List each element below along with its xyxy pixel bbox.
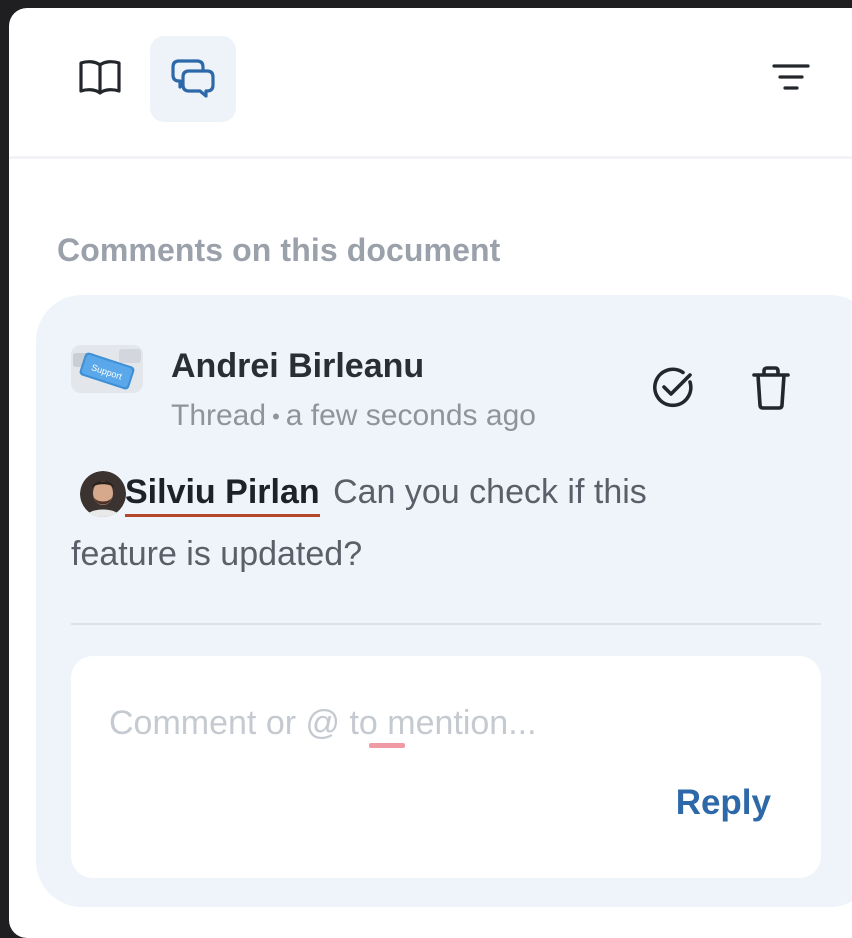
mention-avatar — [80, 471, 126, 517]
comment-meta: Thread • a few seconds ago — [171, 399, 536, 433]
section-title: Comments on this document — [57, 232, 501, 268]
comment-body: Silviu Pirlan Can you check if this feat… — [71, 461, 751, 585]
check-circle-icon — [650, 365, 696, 416]
book-open-icon — [78, 57, 122, 102]
filter-button[interactable] — [763, 56, 819, 102]
mention-name: Silviu Pirlan — [125, 473, 320, 511]
panel-toolbar — [9, 8, 852, 159]
comments-tab-button[interactable] — [150, 36, 236, 122]
reply-button[interactable]: Reply — [631, 778, 771, 828]
reply-input[interactable] — [107, 696, 791, 750]
author-avatar: Support — [71, 345, 143, 393]
spellcheck-underline — [369, 743, 405, 748]
meta-separator: • — [272, 404, 280, 430]
comments-panel: Comments on this document Support Andrei… — [9, 8, 852, 938]
chat-bubbles-icon — [171, 55, 215, 104]
trash-icon — [751, 365, 791, 415]
reply-box: Reply — [71, 656, 821, 878]
comment-author: Andrei Birleanu — [171, 347, 425, 385]
resolve-button[interactable] — [646, 363, 700, 417]
thread-label: Thread — [171, 399, 267, 432]
card-divider — [71, 623, 821, 625]
filter-lines-icon — [771, 61, 811, 98]
documents-tab-button[interactable] — [57, 36, 143, 122]
comment-time: a few seconds ago — [285, 399, 536, 432]
delete-button[interactable] — [744, 363, 798, 417]
comment-card: Support Andrei Birleanu Thread • a few sec… — [36, 295, 852, 907]
mention-chip[interactable]: Silviu Pirlan — [71, 461, 320, 523]
